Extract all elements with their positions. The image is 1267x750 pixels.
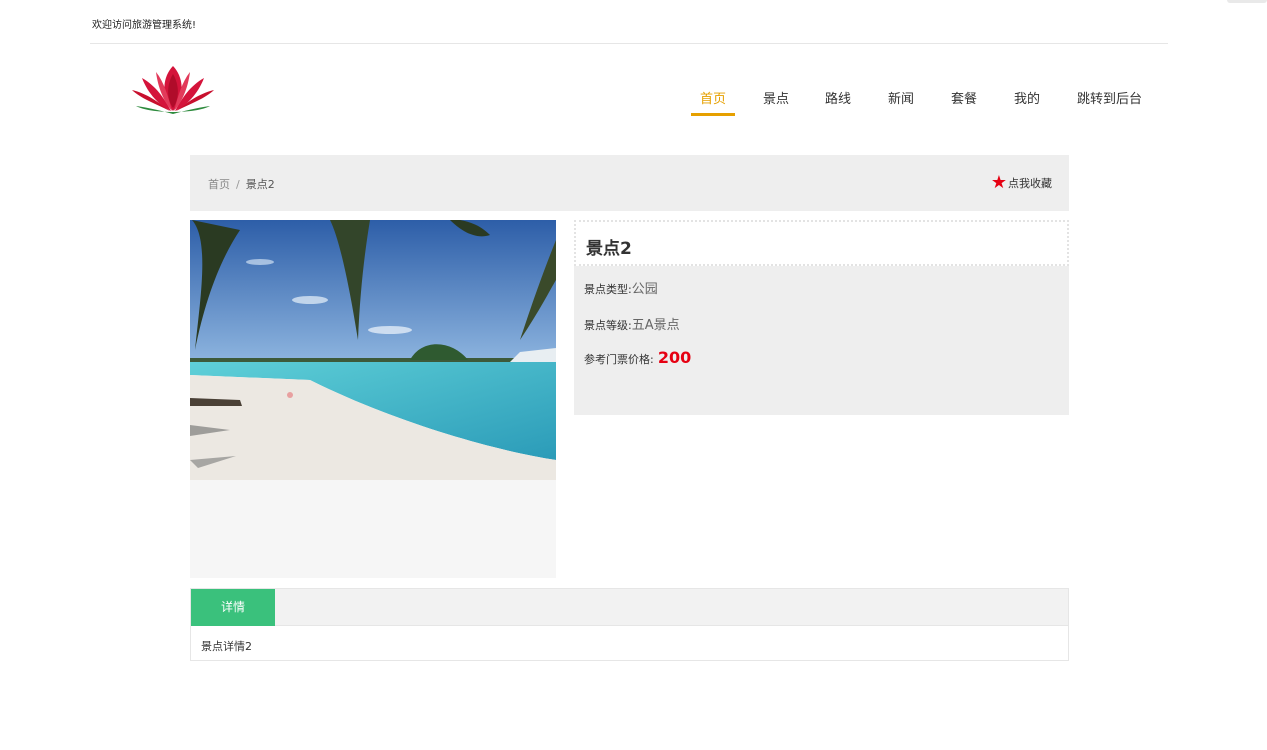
detail-tabs: 详情 xyxy=(191,589,1068,626)
breadcrumb: 首页 / 景点2 xyxy=(208,176,275,192)
attraction-info: 景点类型:公园 景点等级:五A景点 参考门票价格: 200 xyxy=(574,266,1069,415)
breadcrumb-bar: 首页 / 景点2 ★ 点我收藏 xyxy=(190,155,1069,211)
attraction-photo-panel xyxy=(190,220,556,578)
nav-item-routes[interactable]: 路线 xyxy=(825,88,851,116)
favorite-button[interactable]: ★ 点我收藏 xyxy=(991,174,1052,192)
price-label: 参考门票价格: xyxy=(584,353,654,366)
attraction-price-row: 参考门票价格: 200 xyxy=(584,348,691,367)
breadcrumb-current: 景点2 xyxy=(245,178,275,191)
level-label: 景点等级: xyxy=(584,319,632,332)
attraction-photo xyxy=(190,220,556,480)
breadcrumb-separator: / xyxy=(236,178,240,191)
type-label: 景点类型: xyxy=(584,283,632,296)
welcome-text: 欢迎访问旅游管理系统! xyxy=(92,20,197,31)
type-value: 公园 xyxy=(631,282,658,297)
attraction-title-box: 景点2 xyxy=(574,220,1069,266)
window-corner-mark xyxy=(1227,0,1267,3)
star-icon: ★ xyxy=(990,172,1007,193)
level-value: 五A景点 xyxy=(631,318,680,333)
lotus-logo-icon[interactable] xyxy=(128,64,218,116)
attraction-type-row: 景点类型:公园 xyxy=(584,278,658,297)
attraction-title: 景点2 xyxy=(586,239,632,259)
attraction-level-row: 景点等级:五A景点 xyxy=(584,314,680,333)
top-bar: 欢迎访问旅游管理系统! xyxy=(90,0,1168,44)
detail-content: 景点详情2 xyxy=(201,640,252,653)
nav-item-mine[interactable]: 我的 xyxy=(1014,88,1040,116)
price-value: 200 xyxy=(657,348,692,367)
nav-item-packages[interactable]: 套餐 xyxy=(951,88,977,116)
tab-detail[interactable]: 详情 xyxy=(191,589,275,626)
favorite-label: 点我收藏 xyxy=(1008,177,1052,190)
nav-item-home[interactable]: 首页 xyxy=(690,88,736,116)
detail-panel: 详情 景点详情2 xyxy=(190,588,1069,661)
nav-item-admin[interactable]: 跳转到后台 xyxy=(1077,88,1142,116)
nav-item-attractions[interactable]: 景点 xyxy=(763,88,789,116)
breadcrumb-home[interactable]: 首页 xyxy=(208,178,230,191)
nav-item-news[interactable]: 新闻 xyxy=(888,88,914,116)
